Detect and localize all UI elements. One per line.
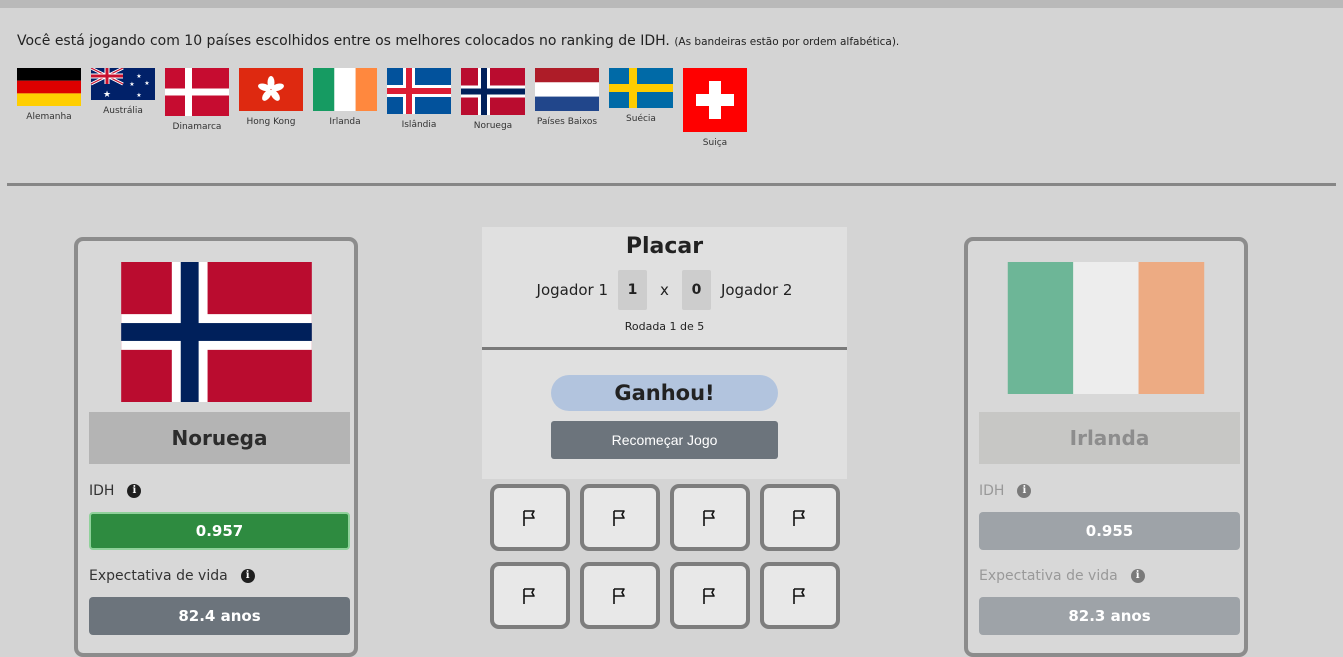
idh-label: IDH i bbox=[89, 483, 142, 499]
life-expectancy-label-text: Expectativa de vida bbox=[979, 568, 1118, 584]
flag-item-suecia: Suécia bbox=[609, 68, 673, 124]
flag-outline-icon bbox=[613, 509, 625, 526]
idh-label-text: IDH bbox=[89, 483, 115, 499]
netherlands-flag-icon bbox=[535, 68, 599, 111]
hong-kong-flag-icon bbox=[239, 68, 303, 111]
svg-text:★: ★ bbox=[103, 90, 111, 100]
flag-name: Países Baixos bbox=[536, 117, 598, 127]
intro-note: (As bandeiras estão por ordem alfabética… bbox=[674, 36, 900, 48]
right-country-card[interactable]: Irlanda IDH i 0.955 Expectativa de vida … bbox=[964, 237, 1248, 657]
flag-name: Noruega bbox=[473, 121, 513, 131]
life-expectancy-value[interactable]: 82.4 anos bbox=[89, 597, 350, 635]
top-bar bbox=[0, 0, 1343, 8]
flag-name: Hong Kong bbox=[246, 117, 296, 127]
flag-item-australia: ★ ★ ★ ★ ★ Austrália bbox=[91, 68, 155, 116]
sweden-flag-icon bbox=[609, 68, 673, 108]
flag-item-islandia: Islândia bbox=[387, 68, 451, 130]
svg-text:★: ★ bbox=[136, 73, 141, 80]
flag-item-noruega: Noruega bbox=[461, 68, 525, 131]
flag-item-paises-baixos: Países Baixos bbox=[535, 68, 599, 127]
flag-name: Suiça bbox=[702, 138, 728, 148]
flag-item-alemanha: Alemanha bbox=[17, 68, 81, 122]
player2-label: Jogador 2 bbox=[720, 281, 793, 299]
flag-item-suica: Suiça bbox=[683, 68, 747, 148]
life-expectancy-label-text: Expectativa de vida bbox=[89, 568, 228, 584]
flag-outline-icon bbox=[703, 509, 715, 526]
round-tile[interactable] bbox=[580, 562, 660, 629]
round-tile[interactable] bbox=[490, 562, 570, 629]
intro-main: Você está jogando com 10 países escolhid… bbox=[17, 33, 670, 49]
svg-text:★: ★ bbox=[144, 80, 149, 87]
flag-outline-icon bbox=[523, 587, 535, 604]
round-tile[interactable] bbox=[580, 484, 660, 551]
country-name: Noruega bbox=[89, 412, 350, 464]
flag-name: Alemanha bbox=[26, 112, 72, 122]
flag-outline-icon bbox=[793, 509, 805, 526]
svg-text:★: ★ bbox=[129, 81, 134, 88]
result-status-badge: Ganhou! bbox=[551, 375, 778, 411]
round-tile[interactable] bbox=[490, 484, 570, 551]
player2-score: 0 bbox=[681, 270, 711, 310]
player1-label: Jogador 1 bbox=[536, 281, 609, 299]
flag-name: Dinamarca bbox=[172, 122, 222, 132]
scoreboard: Placar Jogador 1 1 x 0 Jogador 2 Rodada … bbox=[482, 227, 847, 348]
info-icon[interactable]: i bbox=[1017, 484, 1032, 498]
round-tile[interactable] bbox=[760, 562, 840, 629]
score-separator: x bbox=[660, 281, 669, 299]
iceland-flag-icon bbox=[387, 68, 451, 114]
flag-item-hong-kong: Hong Kong bbox=[239, 68, 303, 127]
switzerland-flag-icon bbox=[683, 68, 747, 132]
right-flag bbox=[968, 262, 1244, 394]
flag-item-dinamarca: Dinamarca bbox=[165, 68, 229, 132]
life-expectancy-value[interactable]: 82.3 anos bbox=[979, 597, 1240, 635]
germany-flag-icon bbox=[17, 68, 81, 106]
idh-label: IDH i bbox=[979, 483, 1032, 499]
flag-outline-icon bbox=[703, 587, 715, 604]
round-indicator: Rodada 1 de 5 bbox=[624, 320, 705, 333]
info-icon[interactable]: i bbox=[127, 484, 142, 498]
flag-outline-icon bbox=[793, 587, 805, 604]
round-tile[interactable] bbox=[760, 484, 840, 551]
idh-value[interactable]: 0.955 bbox=[979, 512, 1240, 550]
flag-name: Irlanda bbox=[329, 117, 361, 127]
flag-outline-icon bbox=[613, 587, 625, 604]
ireland-flag-icon bbox=[1007, 262, 1205, 394]
life-expectancy-label: Expectativa de vida i bbox=[89, 568, 255, 584]
round-tile[interactable] bbox=[670, 484, 750, 551]
flag-outline-icon bbox=[523, 509, 535, 526]
flag-name: Austrália bbox=[103, 106, 143, 116]
norway-flag-icon bbox=[120, 262, 312, 402]
denmark-flag-icon bbox=[165, 68, 229, 116]
idh-label-text: IDH bbox=[979, 483, 1005, 499]
flag-name: Suécia bbox=[626, 114, 656, 124]
left-country-card[interactable]: Noruega IDH i 0.957 Expectativa de vida … bbox=[74, 237, 358, 657]
svg-text:★: ★ bbox=[136, 92, 141, 99]
ireland-flag-icon bbox=[313, 68, 377, 111]
norway-flag-icon bbox=[461, 68, 525, 115]
round-tile[interactable] bbox=[670, 562, 750, 629]
idh-value[interactable]: 0.957 bbox=[89, 512, 350, 550]
australia-flag-icon: ★ ★ ★ ★ ★ bbox=[91, 68, 155, 100]
result-panel: Ganhou! Recomeçar Jogo bbox=[482, 350, 847, 479]
restart-game-button[interactable]: Recomeçar Jogo bbox=[551, 421, 778, 459]
score-row: Jogador 1 1 x 0 Jogador 2 bbox=[482, 270, 847, 310]
left-flag bbox=[78, 262, 354, 402]
section-divider bbox=[7, 183, 1336, 186]
flag-item-irlanda: Irlanda bbox=[313, 68, 377, 127]
flag-name: Islândia bbox=[401, 120, 437, 130]
info-icon[interactable]: i bbox=[1130, 569, 1145, 583]
scoreboard-title: Placar bbox=[625, 234, 704, 259]
life-expectancy-label: Expectativa de vida i bbox=[979, 568, 1145, 584]
country-name: Irlanda bbox=[979, 412, 1240, 464]
intro-text: Você está jogando com 10 países escolhid… bbox=[17, 33, 899, 49]
info-icon[interactable]: i bbox=[240, 569, 255, 583]
player1-score: 1 bbox=[618, 270, 648, 310]
